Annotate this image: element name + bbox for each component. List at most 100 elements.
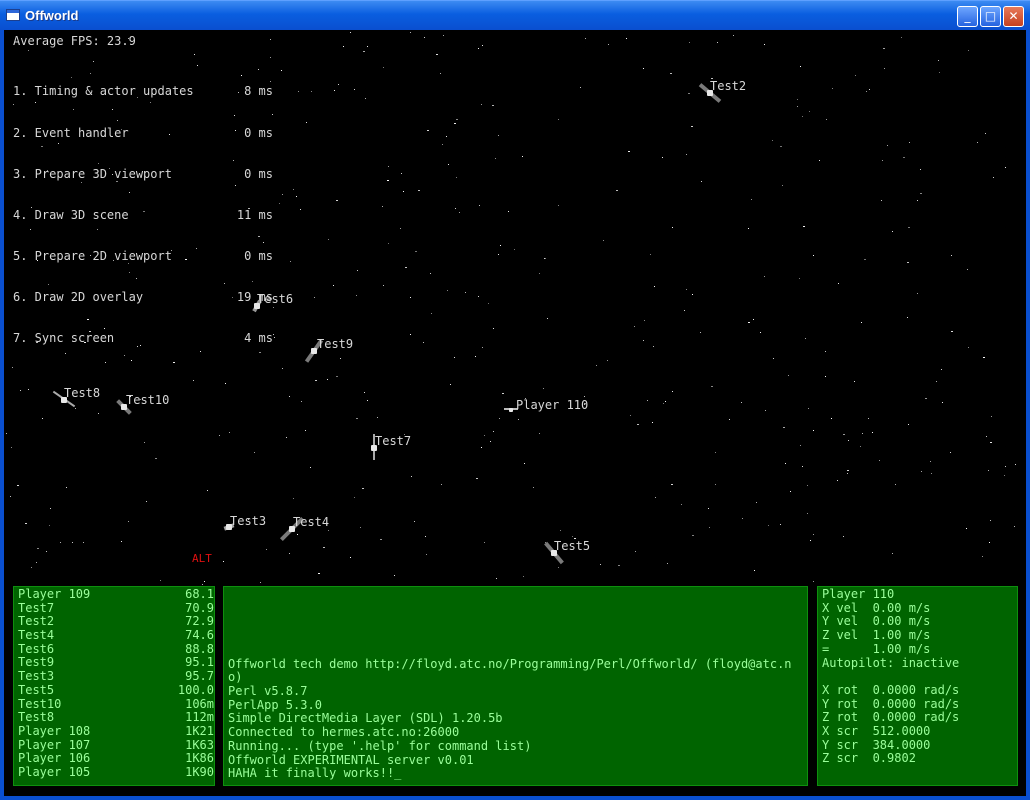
- star: [496, 578, 497, 579]
- list-item-name: Player 109: [18, 587, 91, 601]
- star: [60, 542, 61, 543]
- list-item[interactable]: Player 108 1K21: [14, 724, 214, 739]
- list-item-distance: 72.9: [185, 614, 214, 629]
- star: [414, 521, 415, 522]
- console-panel[interactable]: Offworld tech demo http://floyd.atc.no/P…: [223, 586, 808, 786]
- star: [837, 480, 838, 481]
- star: [764, 276, 765, 277]
- list-item[interactable]: Test9 95.1: [14, 656, 214, 670]
- star: [293, 189, 294, 190]
- timing-row: 6. Draw 2D overlay 19 ms: [13, 290, 273, 305]
- star: [545, 258, 546, 259]
- star: [825, 376, 826, 377]
- star: [901, 37, 902, 38]
- list-item[interactable]: Player 109 68.1: [14, 587, 214, 602]
- star: [881, 200, 882, 201]
- star: [364, 392, 365, 393]
- list-item[interactable]: Test2 72.9: [14, 615, 214, 629]
- star: [281, 70, 282, 71]
- star: [847, 470, 849, 471]
- star: [260, 582, 261, 583]
- star: [1004, 475, 1005, 476]
- timing-row: 4. Draw 3D scene 11 ms: [13, 208, 273, 223]
- list-item-distance: 1K86: [185, 751, 214, 766]
- star: [672, 227, 673, 228]
- list-item[interactable]: Test5 100.0: [14, 683, 214, 698]
- star: [498, 254, 499, 255]
- star: [447, 290, 448, 291]
- star: [950, 452, 951, 453]
- list-item[interactable]: Player 107 1K63: [14, 738, 214, 753]
- star: [968, 50, 969, 51]
- star: [635, 551, 636, 552]
- star: [323, 547, 325, 548]
- star: [502, 393, 504, 394]
- star: [314, 297, 315, 298]
- star: [495, 158, 496, 159]
- star: [36, 562, 37, 563]
- close-button[interactable]: ✕: [1003, 6, 1024, 27]
- star: [478, 48, 479, 49]
- timing-row: 2. Event handler 0 ms: [13, 126, 273, 141]
- timing-label: 5. Prepare 2D viewport: [13, 248, 172, 263]
- star: [297, 534, 298, 535]
- star: [700, 332, 701, 333]
- star: [921, 471, 922, 472]
- autopilot-status: Autopilot: inactive: [822, 655, 960, 670]
- star: [425, 536, 426, 537]
- star: [760, 332, 761, 333]
- list-item[interactable]: Test8 112m: [14, 710, 214, 725]
- star: [585, 38, 586, 39]
- velocity-y: Y vel 0.00 m/s: [822, 614, 931, 629]
- altitude-marker: ALT: [192, 552, 212, 565]
- list-item[interactable]: Test3 95.7: [14, 669, 214, 684]
- star: [430, 273, 431, 274]
- star: [1014, 526, 1015, 527]
- star: [993, 177, 994, 178]
- star: [717, 42, 718, 43]
- star: [10, 496, 11, 497]
- star: [207, 490, 208, 491]
- list-item[interactable]: Test6 88.8: [14, 642, 214, 657]
- star: [883, 48, 885, 49]
- star: [300, 209, 301, 210]
- star: [360, 527, 361, 528]
- star: [336, 200, 338, 201]
- star: [652, 422, 653, 423]
- star: [917, 293, 918, 294]
- star: [866, 91, 867, 92]
- star: [892, 553, 893, 554]
- star: [807, 485, 808, 486]
- list-item[interactable]: Player 105 1K90: [14, 765, 214, 780]
- star: [121, 541, 122, 542]
- star: [903, 157, 905, 158]
- star: [481, 104, 482, 105]
- star: [357, 270, 358, 271]
- star: [367, 46, 368, 47]
- star: [772, 140, 773, 141]
- star: [289, 553, 290, 554]
- star: [715, 452, 716, 453]
- maximize-button[interactable]: □: [980, 6, 1001, 27]
- list-item[interactable]: Player 106 1K86: [14, 752, 214, 766]
- list-item[interactable]: Test10 106m: [14, 697, 214, 712]
- console-input-line[interactable]: HAHA it finally works!!_: [228, 767, 803, 781]
- star: [441, 484, 442, 485]
- star: [742, 518, 743, 519]
- star: [356, 418, 358, 419]
- star: [11, 447, 12, 448]
- star: [689, 42, 690, 43]
- game-viewport[interactable]: Average FPS: 23.9 1. Timing & actor upda…: [4, 30, 1026, 796]
- star: [388, 166, 389, 167]
- window-titlebar[interactable]: Offworld _ □ ✕: [0, 0, 1030, 30]
- star: [223, 561, 224, 562]
- timing-row: 5. Prepare 2D viewport 0 ms: [13, 248, 273, 264]
- minimize-button[interactable]: _: [957, 6, 978, 27]
- list-item[interactable]: Test4 74.6: [14, 628, 214, 643]
- star: [539, 433, 540, 434]
- star: [797, 106, 798, 107]
- list-item[interactable]: Test7 70.9: [14, 601, 214, 616]
- star: [475, 356, 476, 357]
- star: [991, 416, 992, 417]
- star: [920, 193, 922, 194]
